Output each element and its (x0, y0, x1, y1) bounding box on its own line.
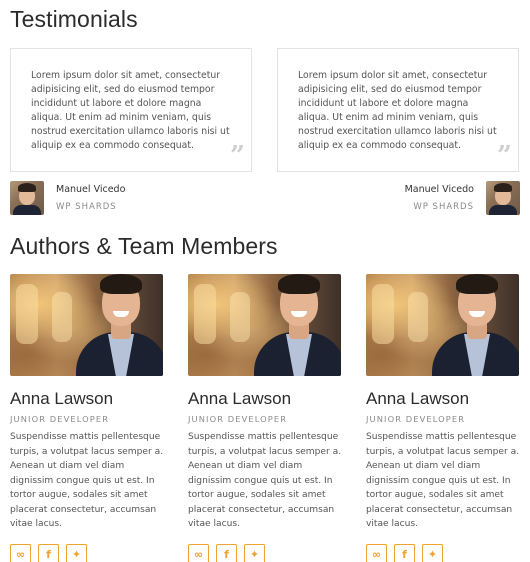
testimonial-author: Manuel Vicedo WP SHARDS (10, 181, 210, 215)
member-bio: Suspendisse mattis pellentesque turpis, … (188, 432, 342, 529)
social-links: ∞ f ✦ (10, 543, 163, 562)
quote-icon: ” (230, 141, 245, 171)
twitter-icon[interactable]: ✦ (422, 543, 443, 562)
twitter-icon[interactable]: ✦ (244, 543, 265, 562)
facebook-icon[interactable]: f (394, 543, 415, 562)
facebook-icon[interactable]: f (216, 543, 237, 562)
team-member-card: Anna Lawson JUNIOR DEVELOPER Suspendisse… (188, 274, 341, 562)
testimonials-title: Testimonials (10, 6, 138, 32)
quote-icon: ” (497, 141, 512, 171)
testimonial-quote-box: Lorem ipsum dolor sit amet, consectetur … (10, 48, 252, 172)
member-bio: Suspendisse mattis pellentesque turpis, … (366, 432, 520, 529)
member-photo (10, 274, 163, 376)
member-photo (366, 274, 519, 376)
avatar (10, 181, 44, 215)
twitter-icon[interactable]: ✦ (66, 543, 87, 562)
link-icon[interactable]: ∞ (10, 543, 31, 562)
author-name: Manuel Vicedo (404, 184, 474, 195)
member-bio: Suspendisse mattis pellentesque turpis, … (10, 432, 164, 529)
member-name: Anna Lawson (10, 389, 114, 408)
testimonial-author: Manuel Vicedo WP SHARDS (330, 181, 520, 215)
member-name: Anna Lawson (188, 389, 292, 408)
author-company: WP SHARDS (56, 202, 117, 212)
member-name: Anna Lawson (366, 389, 470, 408)
team-title: Authors & Team Members (10, 233, 278, 259)
link-icon[interactable]: ∞ (366, 543, 387, 562)
social-links: ∞ f ✦ (366, 543, 519, 562)
facebook-icon[interactable]: f (38, 543, 59, 562)
link-icon[interactable]: ∞ (188, 543, 209, 562)
member-role: JUNIOR DEVELOPER (366, 414, 466, 424)
testimonial-quote: Lorem ipsum dolor sit amet, consectetur … (298, 70, 497, 151)
member-role: JUNIOR DEVELOPER (10, 414, 110, 424)
social-links: ∞ f ✦ (188, 543, 341, 562)
team-member-card: Anna Lawson JUNIOR DEVELOPER Suspendisse… (10, 274, 163, 562)
testimonial-quote: Lorem ipsum dolor sit amet, consectetur … (31, 70, 230, 151)
testimonial-quote-box: Lorem ipsum dolor sit amet, consectetur … (277, 48, 519, 172)
team-member-card: Anna Lawson JUNIOR DEVELOPER Suspendisse… (366, 274, 519, 562)
author-company: WP SHARDS (413, 202, 474, 212)
author-name: Manuel Vicedo (56, 184, 126, 195)
member-role: JUNIOR DEVELOPER (188, 414, 288, 424)
member-photo (188, 274, 341, 376)
avatar (486, 181, 520, 215)
